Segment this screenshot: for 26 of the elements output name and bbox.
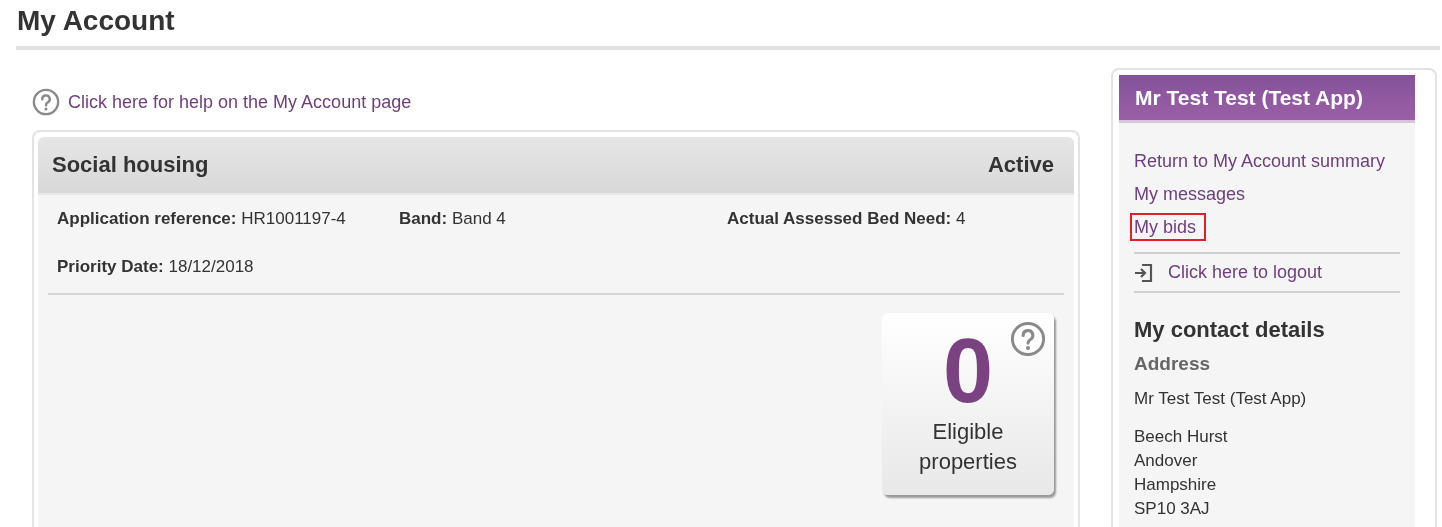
- address-heading: Address: [1134, 353, 1212, 375]
- help-icon: [32, 88, 60, 116]
- address-line: Beech Hurst: [1134, 426, 1229, 448]
- address-name: Mr Test Test (Test App): [1134, 388, 1308, 410]
- tile-caption: Eligible properties: [918, 418, 1018, 476]
- contact-heading: My contact details: [1134, 317, 1326, 343]
- help-icon: [1010, 321, 1046, 357]
- sidebar-link[interactable]: Return to My Account summary: [1130, 147, 1396, 175]
- logout-icon: [1134, 262, 1154, 283]
- card-title: Social housing: [52, 152, 209, 178]
- detail-field: Band: Band 4: [399, 209, 727, 229]
- detail-field: Priority Date: 18/12/2018: [57, 257, 399, 277]
- logout-link[interactable]: Click here to logout: [1168, 262, 1323, 283]
- eligible-properties-tile[interactable]: 0 Eligible properties: [882, 313, 1054, 495]
- detail-field: Actual Assessed Bed Need: 4: [727, 209, 1064, 229]
- page-title: My Account: [16, 4, 176, 38]
- address-line: Hampshire: [1134, 474, 1218, 496]
- help-link[interactable]: Click here for help on the My Account page: [68, 91, 412, 113]
- address-line: Andover: [1134, 450, 1199, 472]
- property-count: 0: [942, 329, 994, 413]
- account-name: Mr Test Test (Test App): [1135, 85, 1363, 110]
- sidebar-link[interactable]: My bids: [1130, 213, 1206, 241]
- status-label: Active: [987, 152, 1054, 178]
- address-line: SP10 3AJ: [1134, 498, 1211, 520]
- sidebar-link[interactable]: My messages: [1130, 180, 1256, 208]
- detail-field: Application reference: HR1001197-4: [57, 209, 399, 229]
